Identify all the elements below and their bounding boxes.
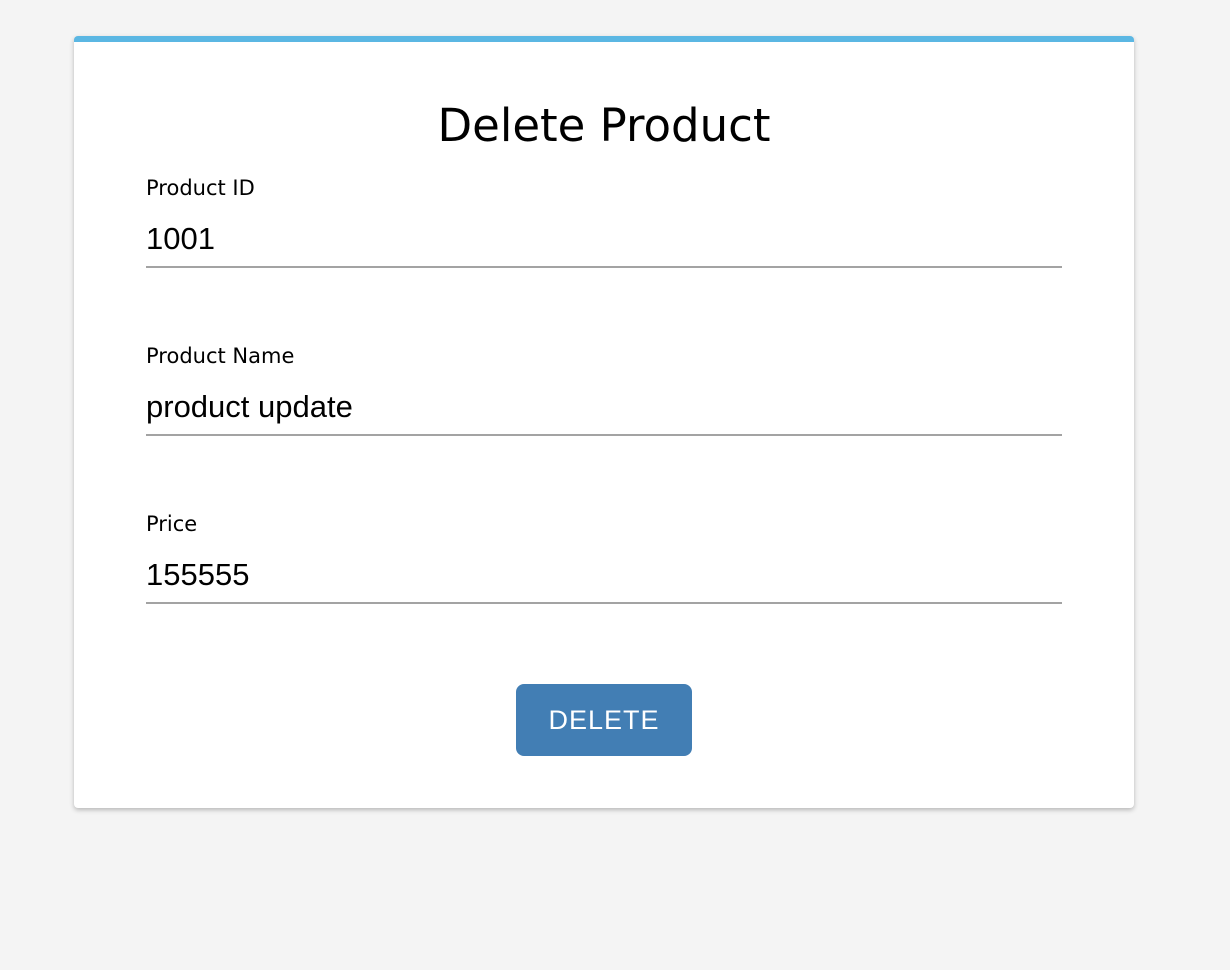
page-title: Delete Product (437, 99, 771, 152)
product-id-label: Product ID (146, 176, 255, 200)
product-name-label: Product Name (146, 344, 295, 368)
product-id-input[interactable] (146, 212, 1062, 268)
delete-button[interactable]: DELETE (516, 684, 692, 756)
delete-product-card: Delete Product Product ID Product Name P… (74, 36, 1134, 808)
price-input[interactable] (146, 548, 1062, 604)
price-label: Price (146, 512, 198, 536)
product-name-input[interactable] (146, 380, 1062, 436)
